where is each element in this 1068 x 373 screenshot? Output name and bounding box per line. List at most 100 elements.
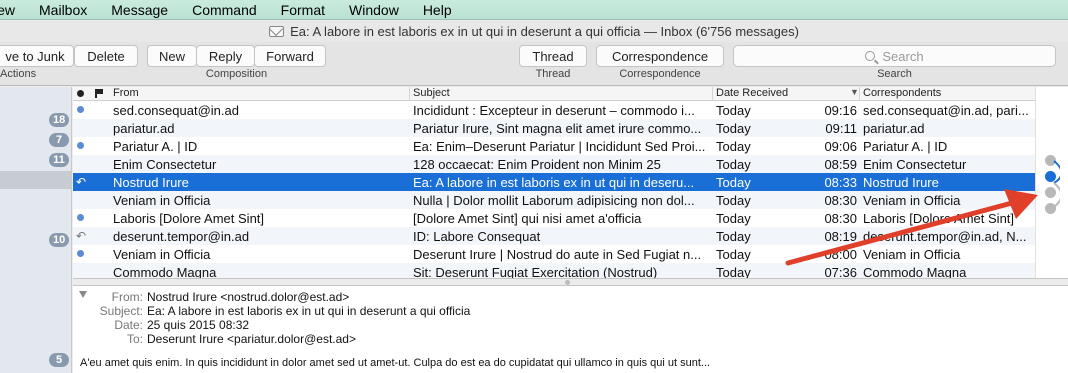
delete-button[interactable]: Delete [74, 45, 138, 67]
message-subject: ID: Labore Consequat [413, 229, 541, 244]
search-icon [865, 51, 876, 61]
unread-dot-icon [77, 214, 84, 221]
replied-icon: ↶ [76, 175, 87, 189]
menu-command[interactable]: Command [180, 2, 269, 18]
move-to-junk-button[interactable]: ve to Junk [0, 45, 74, 67]
message-row[interactable]: Laboris [Dolore Amet Sint] [Dolore Amet S… [73, 209, 1035, 227]
message-correspondents: Laboris [Dolore Amet Sint] [863, 211, 1015, 226]
message-date: Today [716, 157, 751, 172]
message-row[interactable]: ↶ Nostrud Irure Ea: A labore in est labori… [73, 173, 1035, 191]
unread-dot-icon [77, 142, 84, 149]
message-subject: Sit: Deserunt Fugiat Exercitation (Nostr… [413, 265, 658, 278]
message-row[interactable]: ↶ deserunt.tempor@in.ad ID: Labore Consequ… [73, 227, 1035, 245]
message-from: Commodo Magna [113, 265, 217, 278]
menu-window[interactable]: Window [337, 2, 411, 18]
message-correspondents: Nostrud Irure [863, 175, 939, 190]
message-time: 08:33 [824, 175, 857, 190]
message-date: Today [716, 229, 751, 244]
search-field[interactable]: Search [733, 45, 1056, 67]
message-time: 08:59 [824, 157, 857, 172]
toolbar: ve to Junk Delete Actions New Reply Forw… [0, 42, 1068, 86]
column-date-received[interactable]: Date Received [716, 87, 788, 99]
actions-group-label: Actions [0, 68, 37, 80]
message-correspondents: pariatur.ad [863, 121, 925, 136]
menu-bar: iew Mailbox Message Command Format Windo… [0, 0, 1068, 20]
forward-button[interactable]: Forward [254, 45, 326, 67]
message-time: 07:36 [824, 265, 857, 278]
menu-mailbox[interactable]: Mailbox [27, 2, 99, 18]
message-subject: 128 occaecat: Enim Proident non Minim 25 [413, 157, 661, 172]
message-date: Today [716, 247, 751, 262]
message-correspondents: Pariatur A. | ID [863, 139, 948, 154]
message-from: Pariatur A. | ID [113, 139, 198, 154]
message-from: Veniam in Officia [113, 193, 211, 208]
message-subject: Pariatur Irure, Sint magna elit amet iru… [413, 121, 702, 136]
menu-help[interactable]: Help [411, 2, 464, 18]
message-date: Today [716, 211, 751, 226]
message-time: 09:06 [824, 139, 857, 154]
thread-group-label: Thread [535, 68, 571, 80]
correspondence-button[interactable]: Correspondence [596, 45, 724, 67]
mailbox-sidebar: 18 7 11 10 [0, 87, 72, 373]
message-correspondents: Commodo Magna [863, 265, 967, 278]
unread-dot-icon [77, 250, 84, 257]
message-subject: Nulla | Dolor mollit Laborum adipisicing… [413, 193, 695, 208]
thread-button[interactable]: Thread [519, 45, 587, 67]
unread-dot-icon [77, 106, 84, 113]
envelope-icon [269, 25, 285, 37]
message-from: sed.consequat@in.ad [113, 103, 239, 118]
message-subject: [Dolore Amet Sint] qui nisi amet a'offic… [413, 211, 642, 226]
menu-format[interactable]: Format [269, 2, 337, 18]
message-subject: Ea: Enim–Deserunt Pariatur | Incididunt … [413, 139, 706, 154]
correspondence-group-label: Correspondence [619, 68, 701, 80]
message-correspondents: Veniam in Officia [863, 193, 961, 208]
sort-descending-icon: ▼ [850, 87, 859, 97]
message-date: Today [716, 175, 751, 190]
message-row[interactable]: Enim Consectetur 128 occaecat: Enim Proid… [73, 155, 1035, 173]
menu-message[interactable]: Message [99, 2, 180, 18]
column-from[interactable]: From [113, 87, 139, 99]
selected-mailbox[interactable] [0, 171, 72, 189]
message-row[interactable]: Pariatur A. | ID Ea: Enim–Deserunt Pariat… [73, 137, 1035, 155]
unread-count-badge: 5 [49, 353, 69, 367]
column-correspondents[interactable]: Correspondents [863, 87, 941, 99]
message-correspondents: deserunt.tempor@in.ad, N... [863, 229, 1027, 244]
message-preview: From: Nostrud Irure <nostrud.dolor@est.a… [73, 286, 1068, 373]
thread-indicator-strip [1035, 87, 1068, 278]
message-date: Today [716, 193, 751, 208]
reply-button[interactable]: Reply [196, 45, 255, 67]
message-row[interactable]: Commodo Magna Sit: Deserunt Fugiat Exerci… [73, 263, 1035, 278]
message-subject: Incididunt : Excepteur in deserunt – com… [413, 103, 695, 118]
message-row[interactable]: Veniam in Officia Nulla | Dolor mollit La… [73, 191, 1035, 209]
message-subject: Ea: A labore in est laboris ex in ut qui… [413, 175, 695, 190]
message-correspondents: Enim Consectetur [863, 157, 967, 172]
title-bar: Ea: A labore in est laboris ex in ut qui… [0, 20, 1068, 42]
divider-handle-icon[interactable] [565, 280, 570, 285]
message-time: 08:19 [824, 229, 857, 244]
unread-count-badge: 18 [49, 113, 70, 127]
new-message-button[interactable]: New [147, 45, 197, 67]
unread-count-badge: 7 [49, 133, 69, 147]
message-date: Today [716, 139, 751, 154]
message-time: 09:16 [824, 103, 857, 118]
message-row[interactable]: sed.consequat@in.ad Incididunt : Excepteu… [73, 101, 1035, 119]
message-row[interactable]: Veniam in Officia Deserunt Irure | Nostru… [73, 245, 1035, 263]
pane-divider[interactable] [73, 278, 1068, 286]
unread-column-icon[interactable] [77, 90, 84, 97]
menu-view[interactable]: iew [0, 2, 27, 18]
composition-group-label: Composition [205, 68, 268, 80]
search-placeholder: Search [882, 48, 924, 64]
message-time: 08:30 [824, 193, 857, 208]
message-time: 09:11 [825, 121, 857, 136]
search-group-label: Search [877, 68, 912, 80]
message-date: Today [716, 265, 751, 278]
message-subject: Deserunt Irure | Nostrud do aute in Sed … [413, 247, 702, 262]
message-time: 08:00 [824, 247, 857, 262]
message-list[interactable]: From Subject Date Received ▼ Corresponde… [73, 87, 1035, 278]
message-time: 08:30 [824, 211, 857, 226]
message-from: Enim Consectetur [113, 157, 217, 172]
message-row[interactable]: pariatur.ad Pariatur Irure, Sint magna el… [73, 119, 1035, 137]
message-from: Laboris [Dolore Amet Sint] [113, 211, 265, 226]
column-subject[interactable]: Subject [413, 87, 450, 99]
unread-count-badge: 11 [49, 153, 69, 167]
